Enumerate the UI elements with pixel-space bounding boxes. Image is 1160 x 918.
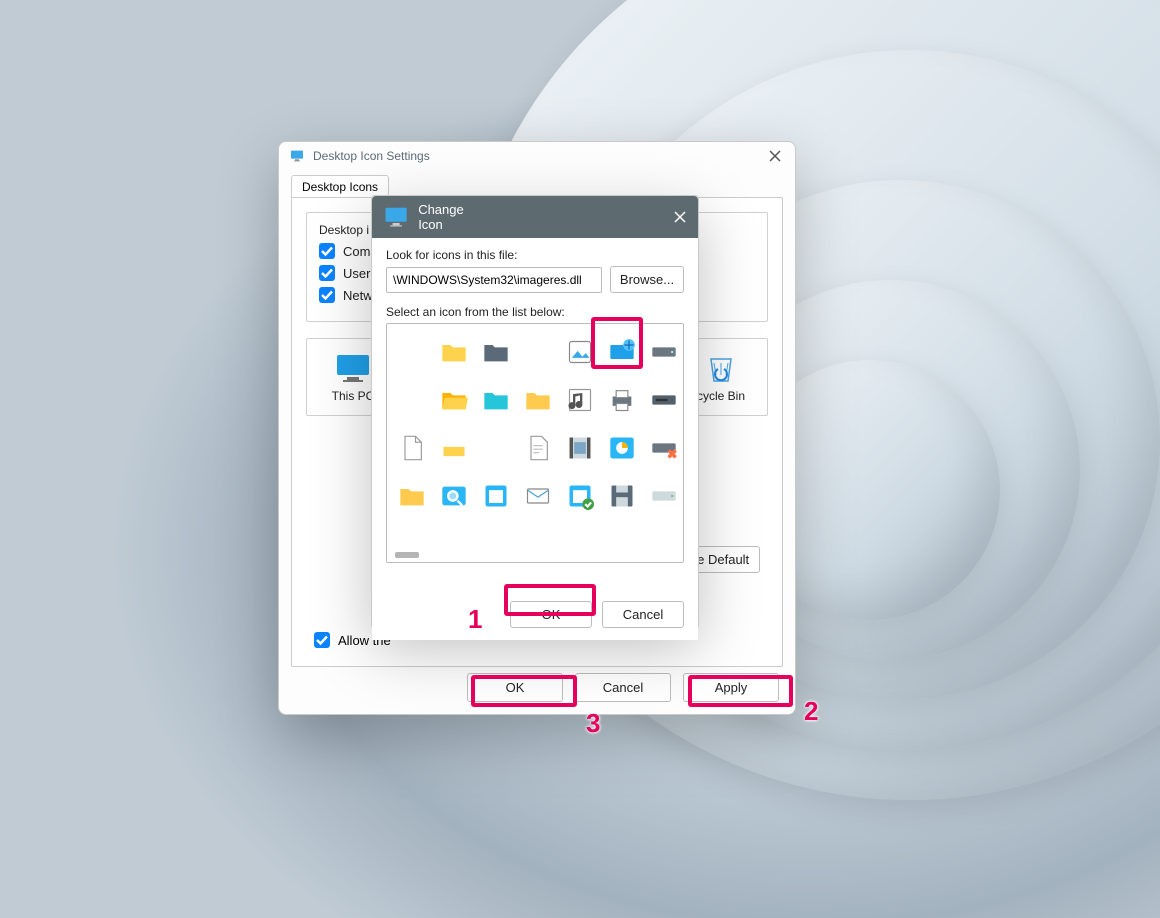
icon-folder-empty[interactable]: [435, 426, 473, 470]
icon-chart-disc[interactable]: [603, 426, 641, 470]
monitor-icon: [382, 203, 410, 231]
icon-photo[interactable]: [561, 330, 599, 374]
icon-blank[interactable]: [477, 426, 515, 470]
icon-drive-error[interactable]: [645, 426, 683, 470]
icon-blank[interactable]: [393, 330, 431, 374]
icon-window[interactable]: [477, 474, 515, 518]
icon-path-input[interactable]: [386, 267, 602, 293]
monitor-icon: [289, 148, 305, 164]
look-for-label: Look for icons in this file:: [386, 248, 684, 262]
icon-monitor-globe[interactable]: [603, 330, 641, 374]
icon-drive-bay[interactable]: [645, 378, 683, 422]
scrollbar-thumb[interactable]: [395, 552, 419, 558]
icon-list[interactable]: [386, 323, 684, 563]
icon-folder-teal[interactable]: [477, 378, 515, 422]
icon-folder-dark[interactable]: [477, 330, 515, 374]
apply-button[interactable]: Apply: [683, 673, 779, 702]
icon-folder-open[interactable]: [435, 378, 473, 422]
cancel-button[interactable]: Cancel: [602, 601, 684, 628]
icon-printer[interactable]: [603, 378, 641, 422]
ok-button[interactable]: OK: [510, 601, 592, 628]
select-icon-label: Select an icon from the list below:: [386, 305, 684, 319]
icon-hdd[interactable]: [645, 330, 683, 374]
icon-file[interactable]: [393, 426, 431, 470]
icon-mail[interactable]: [519, 474, 557, 518]
group-title: Desktop i: [315, 223, 373, 237]
titlebar[interactable]: Change Icon: [372, 196, 698, 238]
icon-window-check[interactable]: [561, 474, 599, 518]
icon-search[interactable]: [435, 474, 473, 518]
preview-label: This PC: [332, 389, 375, 403]
icon-textfile[interactable]: [519, 426, 557, 470]
tab-row: Desktop Icons: [279, 174, 795, 197]
icon-folder-yellow[interactable]: [435, 330, 473, 374]
ok-button[interactable]: OK: [467, 673, 563, 702]
close-icon[interactable]: [767, 148, 783, 164]
icon-folder-flat[interactable]: [519, 378, 557, 422]
icon-folder-back[interactable]: [393, 474, 431, 518]
recycle-bin-icon: [701, 351, 741, 385]
icon-video[interactable]: [561, 426, 599, 470]
titlebar[interactable]: Desktop Icon Settings: [279, 142, 795, 170]
icon-blank[interactable]: [393, 378, 431, 422]
dialog-title: Desktop Icon Settings: [313, 149, 430, 163]
change-icon-dialog: Change Icon Look for icons in this file:…: [371, 195, 699, 629]
cancel-button[interactable]: Cancel: [575, 673, 671, 702]
icon-floppy[interactable]: [603, 474, 641, 518]
icon-drive-light[interactable]: [645, 474, 683, 518]
icon-music[interactable]: [561, 378, 599, 422]
preview-recycle-bin[interactable]: cycle Bin: [691, 351, 751, 403]
dialog-title: Change Icon: [418, 202, 464, 232]
icon-blank[interactable]: [519, 330, 557, 374]
pc-icon: [333, 351, 373, 385]
preview-label: cycle Bin: [697, 389, 745, 403]
close-icon[interactable]: [672, 209, 688, 225]
browse-button[interactable]: Browse...: [610, 266, 684, 293]
